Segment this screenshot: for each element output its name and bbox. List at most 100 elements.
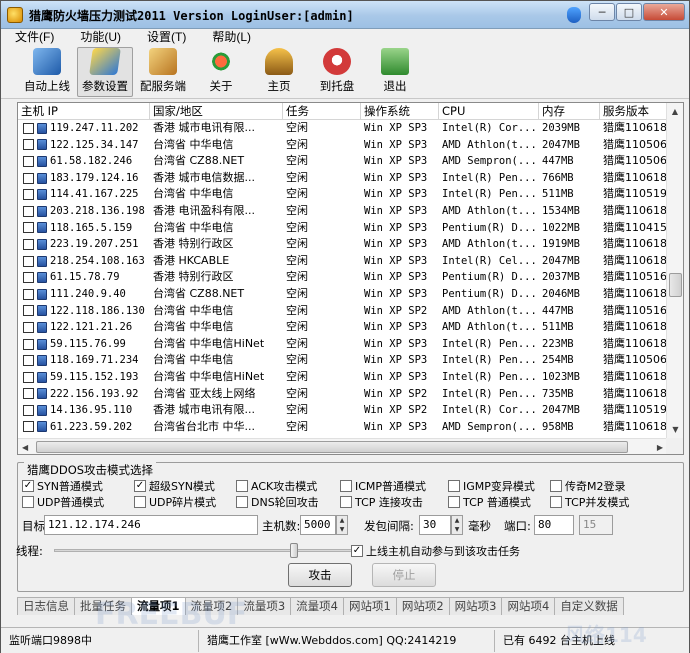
table-row[interactable]: 114.41.167.225 台湾省 中华电信 空闲 Win XP SP3 Intel(…	[18, 186, 667, 203]
ddos-option-checkbox[interactable]: UDP普通模式	[22, 494, 104, 510]
table-row[interactable]: 118.169.71.234 台湾省 中华电信 空闲 Win XP SP3 Intel(…	[18, 352, 667, 369]
row-checkbox[interactable]	[23, 321, 34, 333]
home-button[interactable]: 主页	[251, 47, 307, 97]
table-row[interactable]: 59.115.152.193 台湾省 中华电信HiNet 空闲 Win XP SP3 I…	[18, 369, 667, 386]
checkbox-box[interactable]	[134, 496, 146, 508]
table-row[interactable]: 59.115.76.99 台湾省 中华电信HiNet 空闲 Win XP SP3 Int…	[18, 336, 667, 353]
threads-slider-handle[interactable]	[290, 543, 298, 558]
tab-item[interactable]: 流量项2	[184, 597, 239, 615]
column-header-cpu[interactable]: CPU	[439, 103, 539, 120]
table-row[interactable]: 61.58.182.246 台湾省 CZ88.NET 空闲 Win XP SP3 AMD…	[18, 153, 667, 170]
target-input[interactable]: 121.12.174.246	[44, 515, 258, 535]
ddos-option-checkbox[interactable]: TCP 连接攻击	[340, 494, 423, 510]
checkbox-box[interactable]	[550, 480, 562, 492]
row-checkbox[interactable]	[23, 288, 34, 300]
ddos-option-checkbox[interactable]: ✓ SYN普通模式	[22, 478, 103, 494]
row-checkbox[interactable]	[23, 338, 34, 350]
row-checkbox[interactable]	[23, 189, 34, 201]
row-checkbox[interactable]	[23, 222, 34, 234]
checkbox-box[interactable]	[448, 480, 460, 492]
table-row[interactable]: 122.118.186.130 台湾省 中华电信 空闲 Win XP SP2 AMD A…	[18, 303, 667, 320]
table-row[interactable]: 223.19.207.251 香港 特别行政区 空闲 Win XP SP3 AMD At…	[18, 236, 667, 253]
column-header-ip[interactable]: 主机 IP	[18, 103, 150, 120]
row-checkbox[interactable]	[23, 155, 34, 167]
column-header-version[interactable]: 服务版本	[600, 103, 667, 120]
ddos-option-checkbox[interactable]: 传奇M2登录	[550, 478, 626, 494]
tab-item[interactable]: 网站项4	[501, 597, 556, 615]
scroll-up-icon[interactable]: ▲	[667, 103, 683, 120]
about-button[interactable]: 关于	[193, 47, 249, 97]
minimize-button[interactable]: ─	[589, 3, 615, 21]
column-header-region[interactable]: 国家/地区	[150, 103, 283, 120]
column-header-memory[interactable]: 内存	[539, 103, 600, 120]
server-config-button[interactable]: 配服务端	[135, 47, 191, 97]
table-row[interactable]: 61.223.59.202 台湾省台北市 中华... 空闲 Win XP SP3 AMD…	[18, 419, 667, 436]
interval-spinner[interactable]: ▲ ▼	[451, 515, 463, 535]
checkbox-box[interactable]	[236, 496, 248, 508]
table-row[interactable]: 119.247.11.202 香港 城市电讯有限... 空闲 Win XP SP3 In…	[18, 120, 667, 137]
table-row[interactable]: 183.179.124.16 香港 城市电信数据... 空闲 Win XP SP3 In…	[18, 170, 667, 187]
table-row[interactable]: 122.121.21.26 台湾省 中华电信 空闲 Win XP SP3 AMD Ath…	[18, 319, 667, 336]
menu-help[interactable]: 帮助(L)	[212, 29, 251, 47]
row-checkbox[interactable]	[23, 371, 34, 383]
checkbox-box[interactable]: ✓	[22, 480, 34, 492]
checkbox-box[interactable]: ✓	[134, 480, 146, 492]
stop-button[interactable]: 停止	[372, 563, 436, 587]
host-table[interactable]: 主机 IP 国家/地区 任务 操作系统 CPU 内存 服务版本 119.247.…	[17, 102, 684, 455]
table-row[interactable]: 222.156.193.92 台湾省 亚太线上网络 空闲 Win XP SP2 Inte…	[18, 386, 667, 403]
row-checkbox[interactable]	[23, 305, 34, 317]
checkbox-box[interactable]	[236, 480, 248, 492]
scroll-left-icon[interactable]: ◀	[22, 443, 28, 452]
row-checkbox[interactable]	[23, 388, 34, 400]
ddos-option-checkbox[interactable]: ACK攻击模式	[236, 478, 317, 494]
row-checkbox[interactable]	[23, 355, 34, 367]
ddos-option-checkbox[interactable]: DNS轮回攻击	[236, 494, 319, 510]
row-checkbox[interactable]	[23, 255, 34, 267]
row-checkbox[interactable]	[23, 404, 34, 416]
checkbox-box[interactable]	[340, 480, 352, 492]
tab-item[interactable]: 网站项3	[448, 597, 503, 615]
port-input[interactable]: 80	[534, 515, 574, 535]
scroll-down-icon[interactable]: ▼	[667, 421, 683, 438]
column-header-task[interactable]: 任务	[283, 103, 361, 120]
tab-item[interactable]: 流量项1	[131, 597, 186, 615]
checkbox-box[interactable]	[22, 496, 34, 508]
ddos-option-checkbox[interactable]: UDP碎片模式	[134, 494, 216, 510]
auto-join-checkbox[interactable]: ✓ 上线主机自动参与到该攻击任务	[351, 543, 520, 559]
table-row[interactable]: 14.136.95.110 香港 城市电讯有限... 空闲 Win XP SP2 Int…	[18, 402, 667, 419]
ddos-option-checkbox[interactable]: ICMP普通模式	[340, 478, 426, 494]
ddos-option-checkbox[interactable]: IGMP变异模式	[448, 478, 535, 494]
checkbox-box[interactable]	[550, 496, 562, 508]
hosts-count-input[interactable]: 5000	[300, 515, 336, 535]
row-checkbox[interactable]	[23, 421, 34, 433]
row-checkbox[interactable]	[23, 122, 34, 134]
row-checkbox[interactable]	[23, 272, 34, 284]
table-row[interactable]: 122.125.34.147 台湾省 中华电信 空闲 Win XP SP3 AMD At…	[18, 137, 667, 154]
exit-button[interactable]: 退出	[367, 47, 423, 97]
tab-item[interactable]: 自定义数据	[554, 597, 624, 615]
row-checkbox[interactable]	[23, 205, 34, 217]
ddos-option-checkbox[interactable]: ✓ 超级SYN模式	[134, 478, 215, 494]
threads-slider[interactable]	[54, 549, 354, 552]
table-row[interactable]: 118.165.5.159 台湾省 中华电信 空闲 Win XP SP3 Pentium…	[18, 220, 667, 237]
table-row[interactable]: 111.240.9.40 台湾省 CZ88.NET 空闲 Win XP SP3 Pent…	[18, 286, 667, 303]
row-checkbox[interactable]	[23, 238, 34, 250]
table-row[interactable]: 218.254.108.163 香港 HKCABLE 空闲 Win XP SP3 Int…	[18, 253, 667, 270]
ddos-option-checkbox[interactable]: TCP 普通模式	[448, 494, 531, 510]
menu-file[interactable]: 文件(F)	[15, 29, 54, 47]
scroll-thumb[interactable]	[669, 273, 682, 297]
auto-online-button[interactable]: 自动上线	[19, 47, 75, 97]
scroll-right-icon[interactable]: ▶	[657, 443, 663, 452]
maximize-button[interactable]: □	[616, 3, 642, 21]
close-button[interactable]: ✕	[643, 3, 685, 21]
tab-item[interactable]: 流量项4	[290, 597, 344, 615]
column-header-os[interactable]: 操作系统	[361, 103, 439, 120]
shield-icon[interactable]	[567, 7, 581, 23]
hosts-count-spinner[interactable]: ▲ ▼	[336, 515, 348, 535]
to-tray-button[interactable]: 到托盘	[309, 47, 365, 97]
checkbox-box[interactable]	[448, 496, 460, 508]
row-checkbox[interactable]	[23, 172, 34, 184]
horizontal-scrollbar[interactable]: ◀ ▶	[18, 438, 667, 454]
title-bar[interactable]: 猎鹰防火墙压力测试2011 Version LoginUser:[admin] …	[1, 1, 689, 29]
tab-item[interactable]: 批量任务	[74, 597, 132, 615]
